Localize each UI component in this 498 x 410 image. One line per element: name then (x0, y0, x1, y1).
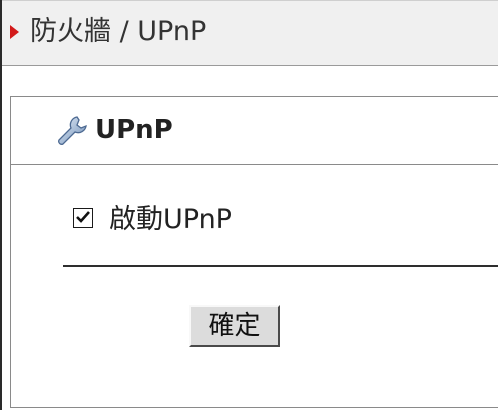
enable-upnp-checkbox[interactable] (73, 208, 93, 228)
red-arrow-bullet-icon (10, 25, 19, 39)
enable-upnp-label: 啟動UPnP (109, 204, 232, 235)
page-title: 防火牆 / UPnP (30, 16, 207, 47)
page-frame: 防火牆 / UPnP UPnP 啟動UPnP 確定 (0, 0, 498, 410)
check-icon (76, 211, 90, 223)
panel-header: UPnP (11, 97, 498, 165)
page-title-bar: 防火牆 / UPnP (2, 0, 498, 66)
divider (63, 265, 498, 267)
confirm-button[interactable]: 確定 (189, 305, 280, 347)
wrench-icon (55, 114, 91, 148)
panel-title: UPnP (95, 115, 173, 145)
upnp-panel: UPnP 啟動UPnP 確定 (10, 96, 498, 408)
